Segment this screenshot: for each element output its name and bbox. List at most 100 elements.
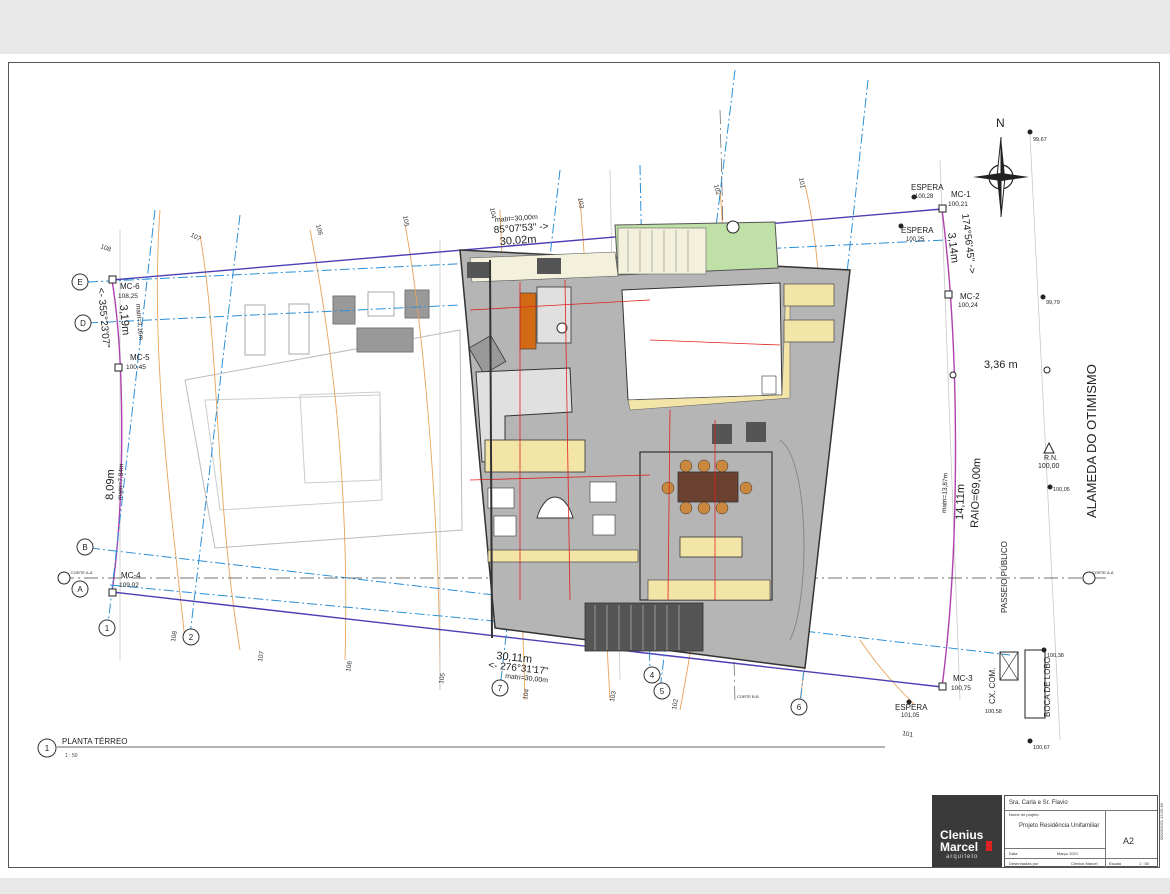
- contour-label: 105: [401, 215, 410, 227]
- contour-label: 108: [99, 243, 112, 253]
- contour-label: 106: [345, 660, 354, 672]
- passeio-label: PASSEIO PÚBLICO: [1000, 541, 1009, 613]
- espera2-label: ESPERA: [901, 226, 934, 235]
- desk: [519, 292, 537, 350]
- contour-label: 103: [576, 197, 585, 209]
- logo-accent: [986, 841, 992, 851]
- building: [459, 221, 851, 669]
- right-angle: 174°56'45" ->: [959, 213, 977, 274]
- project-name: Projeto Residência Unifamiliar: [1019, 823, 1100, 829]
- sunbed: [783, 283, 835, 307]
- left-side-length: 8,09m: [104, 469, 117, 500]
- contour-label: 104: [522, 688, 531, 700]
- street-level: 100,05: [1053, 487, 1070, 493]
- stair-deck: [617, 227, 707, 275]
- contour-label: 101: [797, 177, 806, 189]
- street-level: 99,67: [1033, 137, 1047, 143]
- arc-length: 14,11m: [954, 484, 967, 520]
- right-width: 3,36 m: [984, 359, 1018, 371]
- project-label: Nome do projeto: [1009, 812, 1039, 817]
- left-length: 3,19m: [117, 304, 132, 336]
- axis-b-label: B: [82, 543, 87, 552]
- mc4-value: 109,02: [119, 582, 139, 589]
- section-bb-label: CORTE B-B: [737, 694, 759, 699]
- espera3-value: 101,05: [901, 713, 920, 719]
- chair: [467, 262, 491, 278]
- arc-matri: matri=13,87m: [941, 473, 949, 513]
- contour-label: 107: [257, 650, 266, 662]
- boca-de-lobo-label: BOCA DE LOBO: [1043, 657, 1052, 717]
- logo-line-3: arquiteto: [946, 854, 979, 860]
- view-title: PLANTA TÉRREO: [62, 737, 128, 746]
- date-value: Março 2021: [1057, 851, 1079, 856]
- arc-radius: RAIO=69,00m: [969, 458, 983, 528]
- mc2-label: MC-2: [960, 292, 980, 301]
- mc6-label: MC-6: [120, 282, 140, 291]
- counter: [487, 549, 639, 563]
- axis-1-label: 1: [105, 624, 110, 633]
- rn-label: R.N.: [1044, 455, 1058, 462]
- kitchen-island: [679, 536, 743, 558]
- mc6-value: 108,25: [118, 293, 138, 300]
- left-angle: <- 355°23'07": [95, 287, 111, 349]
- chair: [592, 514, 616, 536]
- top-length: 30,02m: [499, 233, 536, 248]
- left-matri: matri=3,16m: [134, 304, 144, 341]
- contour-label: 102: [712, 184, 722, 197]
- cx-com-label: CX. COM.: [988, 668, 997, 704]
- contour-label: 103: [609, 690, 618, 702]
- date-label: Data: [1009, 851, 1018, 856]
- contour-label: 107: [189, 232, 202, 244]
- scale-value: 1 : 50: [1139, 861, 1150, 866]
- street-level: 100,67: [1033, 745, 1050, 751]
- axis-e-label: E: [77, 278, 82, 287]
- mc5-label: MC-5: [130, 353, 150, 362]
- mc4-label: MC-4: [121, 571, 141, 580]
- north-label: N: [996, 116, 1005, 130]
- chair: [537, 258, 561, 274]
- axis-4-label: 4: [650, 671, 655, 680]
- cx-level: 100,58: [985, 709, 1002, 715]
- chair: [746, 422, 766, 442]
- section-aa-label: CORTE A-A: [1092, 570, 1114, 575]
- view-scale: 1 : 50: [65, 753, 78, 759]
- floor-plan: N E D B A 1 2 4 5 6 7 1 MC-1 100,21 MC-2…: [37, 69, 1164, 840]
- axis-7-label: 7: [498, 684, 503, 693]
- section-aa-label: CORTE A-A: [71, 570, 93, 575]
- contour-label: 101: [902, 730, 914, 739]
- axis-2-label: 2: [189, 633, 194, 642]
- street-level: 99,79: [1046, 300, 1060, 306]
- chair: [493, 515, 517, 537]
- mc3-value: 100,75: [951, 685, 971, 692]
- mc2-value: 100,24: [958, 302, 978, 309]
- mc1-value: 100,21: [948, 201, 968, 208]
- title-block: Sra. Carla e Sr. Flavio Nome do projeto …: [1004, 795, 1158, 868]
- drawn-value: Clenius Marcel: [1071, 861, 1098, 866]
- mc5-value: 100,45: [126, 364, 146, 371]
- entrance-stairs: [584, 602, 704, 652]
- north-arrow-icon: [973, 136, 1029, 218]
- espera1-label: ESPERA: [911, 183, 944, 192]
- boca-de-lobo: [1024, 649, 1046, 719]
- street-name: ALAMEDA DO OTIMISMO: [1084, 364, 1099, 518]
- contour-label: 108: [170, 630, 179, 642]
- contour-label: 102: [671, 698, 680, 710]
- mc1-label: MC-1: [951, 190, 971, 199]
- side-code: 06/03/2021 13:25:38: [1159, 803, 1164, 840]
- axis-6-label: 6: [797, 703, 802, 712]
- scale-label: Escala: [1109, 861, 1122, 866]
- chair: [589, 481, 617, 503]
- counter: [647, 579, 771, 601]
- sunbed: [783, 319, 835, 343]
- left-side-matri: matri=7,84m: [117, 464, 125, 501]
- contour-label: 105: [438, 672, 447, 684]
- rn-value: 100,00: [1038, 463, 1060, 470]
- axis-a-label: A: [77, 585, 83, 594]
- espera2-value: 100,25: [906, 237, 925, 243]
- view-number: 1: [45, 744, 50, 753]
- sofa: [484, 439, 586, 473]
- axis-d-label: D: [80, 319, 86, 328]
- axis-5-label: 5: [660, 687, 665, 696]
- dining-table: [677, 471, 739, 503]
- client-name: Sra. Carla e Sr. Flavio: [1009, 800, 1068, 806]
